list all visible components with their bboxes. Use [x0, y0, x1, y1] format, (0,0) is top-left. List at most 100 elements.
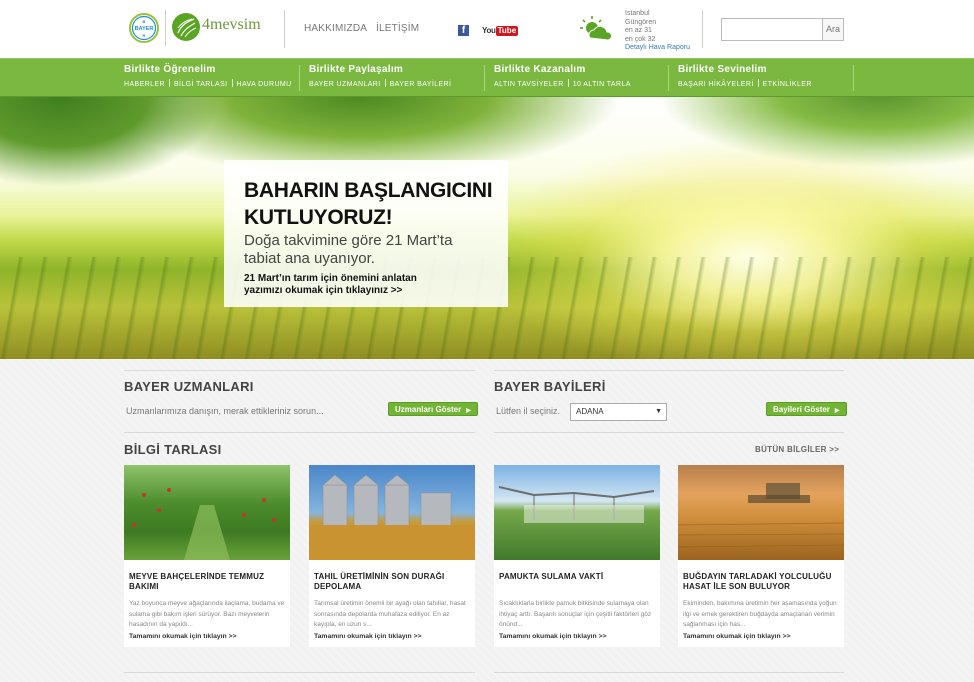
about-link[interactable]: HAKKIMIZDA	[304, 23, 367, 34]
show-experts-button[interactable]: Uzmanları Göster ▶	[388, 402, 478, 416]
nav-separator	[757, 79, 759, 87]
youtube-icon[interactable]: You Tube	[482, 25, 519, 36]
section-divider	[494, 672, 844, 673]
hero-subtitle-line: tabiat ana uyanıyor.	[244, 250, 375, 267]
section-divider	[124, 672, 475, 673]
card-title[interactable]: BUĞDAYIN TARLADAKİ YOLCULUĞU HASAT İLE S…	[683, 572, 839, 592]
hero-read-more-link[interactable]: 21 Mart’ın tarım için önemini anlatan ya…	[244, 273, 417, 297]
card-read-more-link[interactable]: Tamamını okumak için tıklayın >>	[314, 633, 422, 640]
header-divider	[702, 10, 703, 48]
search-button[interactable]: Ara	[822, 18, 844, 41]
bayer-logo[interactable]: BAYER B R	[129, 13, 159, 43]
play-arrow-icon: ▶	[834, 408, 840, 414]
nav-divider	[299, 65, 300, 91]
card-excerpt: Sıcaklıklarla birlikte pamuk bitkisinde …	[499, 600, 652, 628]
weather-report-link[interactable]: Detaylı Hava Raporu	[625, 44, 690, 53]
hero-subtitle-line: Doğa takvimine göre 21 Mart’ta	[244, 232, 453, 249]
nav-divider	[668, 65, 669, 91]
nav-group-paylasalim: Birlikte Paylaşalım BAYER UZMANLARI BAYER…	[309, 64, 451, 92]
hero-subtitle: Doğa takvimine göre 21 Mart’ta tabiat an…	[244, 232, 452, 268]
nav-separator	[384, 79, 386, 87]
hero-text-box: BAHARIN BAŞLANGICINI KUTLUYORUZ! Doğa ta…	[224, 160, 508, 307]
chevron-down-icon: ▼	[655, 408, 662, 415]
hero-cta-line: yazımızı okumak için tıklayınız >>	[244, 285, 403, 296]
nav-item-haberler[interactable]: HABERLER	[124, 81, 165, 88]
hero-title: BAHARIN BAŞLANGICINI KUTLUYORUZ!	[244, 177, 493, 231]
nav-separator	[168, 79, 170, 87]
nav-item-bayer-uzmanlari[interactable]: BAYER UZMANLARI	[309, 81, 381, 88]
facebook-icon[interactable]: f	[458, 25, 469, 36]
weather-city: İstanbul	[625, 10, 650, 17]
nav-group-kazanalim: Birlikte Kazanalım ALTIN TAVSİYELER 10 AL…	[494, 64, 631, 92]
nav-item-bayer-bayileri[interactable]: BAYER BAYİLERİ	[390, 81, 452, 88]
svg-text:R: R	[143, 33, 146, 38]
card-image-grain-silos[interactable]	[309, 465, 475, 560]
card-read-more-link[interactable]: Tamamını okumak için tıklayın >>	[683, 633, 791, 640]
dealers-title: BAYER BAYİLERİ	[494, 379, 606, 394]
hero-cta-line: 21 Mart’ın tarım için önemini anlatan	[244, 273, 417, 284]
card-title[interactable]: TAHIL ÜRETİMİNİN SON DURAĞI DEPOLAMA	[314, 572, 470, 592]
header-divider	[284, 10, 285, 48]
experts-title: BAYER UZMANLARI	[124, 379, 254, 394]
card-image-irrigation[interactable]	[494, 465, 660, 560]
nav-group-ogrenelim: Birlikte Öğrenelim HABERLER BİLGİ TARLASI…	[124, 64, 292, 92]
hero-title-line: BAHARIN BAŞLANGICINI	[244, 179, 493, 202]
section-divider	[494, 370, 844, 371]
youtube-tube-text: Tube	[495, 25, 519, 36]
section-divider	[494, 432, 844, 433]
dealers-description: Lütfen il seçiniz.	[496, 406, 561, 416]
nav-title[interactable]: Birlikte Öğrenelim	[124, 64, 292, 75]
section-divider	[124, 432, 475, 433]
card-read-more-link[interactable]: Tamamını okumak için tıklayın >>	[499, 633, 607, 640]
contact-link[interactable]: İLETİŞİM	[376, 23, 419, 34]
nav-title[interactable]: Birlikte Kazanalım	[494, 64, 631, 75]
svg-text:B: B	[143, 19, 146, 24]
logo-divider	[165, 10, 166, 46]
card-excerpt: Tarımsal üretimin önemli bir ayağı olan …	[314, 600, 466, 628]
info-card[interactable]: BUĞDAYIN TARLADAKİ YOLCULUĞU HASAT İLE S…	[678, 465, 844, 647]
card-read-more-link[interactable]: Tamamını okumak için tıklayın >>	[129, 633, 237, 640]
weather-sun-cloud-icon	[578, 14, 614, 44]
nav-item-altin-tavsiyeler[interactable]: ALTIN TAVSİYELER	[494, 81, 564, 88]
nav-item-altin-tarla[interactable]: 10 ALTIN TARLA	[573, 81, 631, 88]
nav-separator	[231, 79, 233, 87]
info-card[interactable]: MEYVE BAHÇELERİNDE TEMMUZ BAKIMI Yaz boy…	[124, 465, 290, 647]
card-title[interactable]: PAMUKTA SULAMA VAKTİ	[499, 572, 655, 582]
weather-min: en az 31	[625, 27, 652, 34]
show-dealers-button[interactable]: Bayileri Göster ▶	[766, 402, 847, 416]
weather-info: İstanbul Güngören en az 31 en çok 32 Det…	[625, 10, 690, 53]
nav-subitems: BAYER UZMANLARI BAYER BAYİLERİ	[309, 79, 451, 88]
all-info-link[interactable]: BÜTÜN BİLGİLER >>	[755, 445, 839, 454]
nav-item-bilgi-tarlasi[interactable]: BİLGİ TARLASI	[174, 81, 228, 88]
card-image-apple-orchard[interactable]	[124, 465, 290, 560]
nav-title[interactable]: Birlikte Paylaşalım	[309, 64, 451, 75]
card-excerpt: Ekiminden, bakımına üretimin her aşaması…	[683, 600, 837, 628]
youtube-you-text: You	[482, 26, 496, 35]
brand-leaf-icon	[172, 13, 200, 41]
nav-item-etkinlikler[interactable]: ETKİNLİKLER	[763, 81, 812, 88]
card-excerpt: Yaz boyunca meyve ağaçlarında ilaçlama, …	[129, 600, 285, 628]
card-image-wheat-harvest[interactable]	[678, 465, 844, 560]
nav-item-basari-hikayeleri[interactable]: BAŞARI HİKÂYELERİ	[678, 81, 754, 88]
nav-title[interactable]: Birlikte Sevinelim	[678, 64, 812, 75]
nav-item-hava-durumu[interactable]: HAVA DURUMU	[237, 81, 292, 88]
nav-group-sevinelim: Birlikte Sevinelim BAŞARI HİKÂYELERİ ETKİ…	[678, 64, 812, 92]
card-title[interactable]: MEYVE BAHÇELERİNDE TEMMUZ BAKIMI	[129, 572, 285, 592]
city-select[interactable]: ADANA ▼	[570, 403, 667, 421]
weather-district: Güngören	[625, 18, 657, 26]
hero-banner[interactable]: BAHARIN BAŞLANGICINI KUTLUYORUZ! Doğa ta…	[0, 97, 974, 359]
main-nav: Birlikte Öğrenelim HABERLER BİLGİ TARLASI…	[0, 58, 974, 97]
search-input[interactable]	[721, 18, 822, 41]
brand-name[interactable]: 4mevsim	[202, 16, 261, 34]
info-card[interactable]: PAMUKTA SULAMA VAKTİ Sıcaklıklarla birli…	[494, 465, 660, 647]
site-header: BAYER B R 4mevsim HAKKIMIZDA İLETİŞİM f …	[0, 0, 974, 58]
city-select-value: ADANA	[576, 407, 604, 416]
svg-text:BAYER: BAYER	[135, 26, 154, 32]
show-experts-label: Uzmanları Göster	[395, 405, 462, 414]
experts-description: Uzmanlarımıza danışın, merak ettiklerini…	[126, 406, 324, 416]
nav-subitems: ALTIN TAVSİYELER 10 ALTIN TARLA	[494, 79, 631, 88]
hero-title-line: KUTLUYORUZ!	[244, 206, 393, 229]
nav-separator	[567, 79, 569, 87]
play-arrow-icon: ▶	[466, 408, 471, 414]
info-card[interactable]: TAHIL ÜRETİMİNİN SON DURAĞI DEPOLAMA Tar…	[309, 465, 475, 647]
